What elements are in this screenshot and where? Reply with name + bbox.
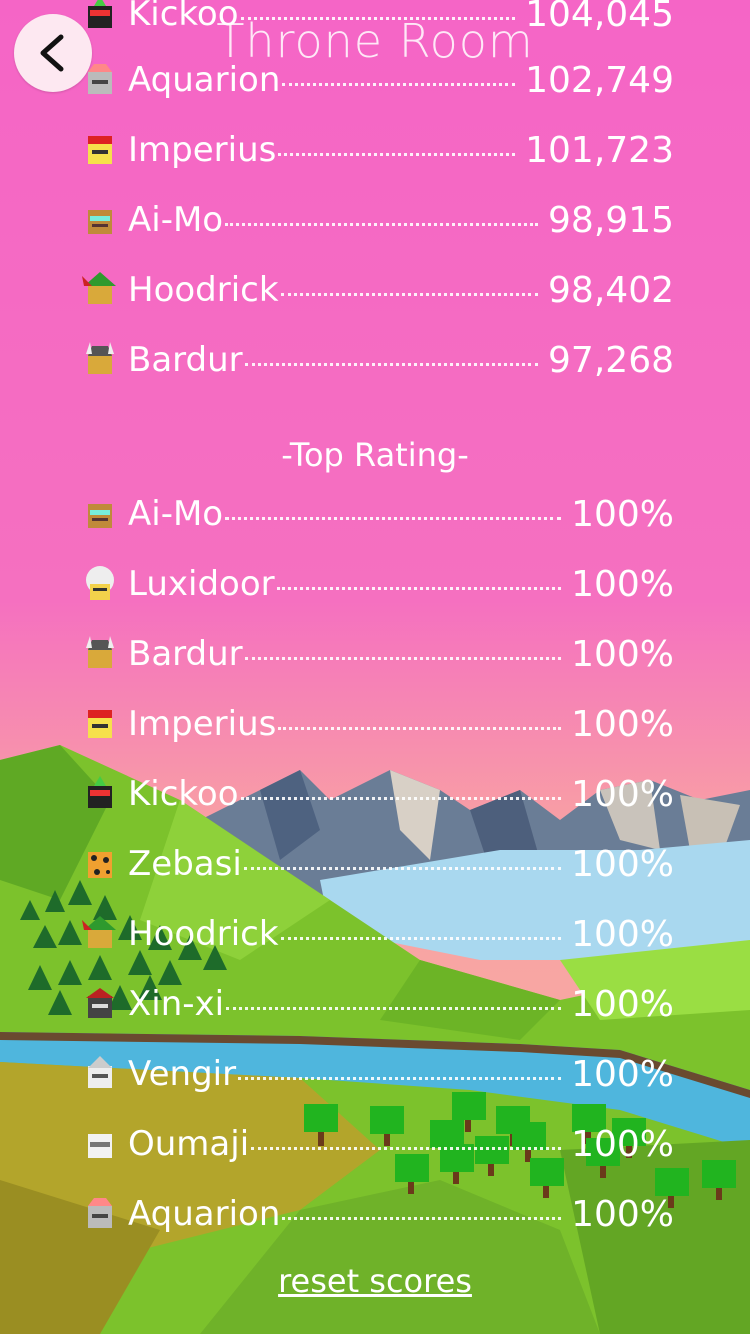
aquarion-avatar-icon xyxy=(80,60,120,100)
rating-value: 100% xyxy=(571,563,674,605)
leader-dots xyxy=(282,63,516,86)
oumaji-avatar-icon xyxy=(80,1124,120,1164)
score-value: 98,915 xyxy=(548,199,674,241)
rating-row: Aquarion 100% xyxy=(80,1188,674,1240)
player-name: Luxidoor xyxy=(128,564,275,604)
leader-dots xyxy=(251,1127,562,1150)
player-name: Hoodrick xyxy=(128,914,279,954)
player-name: Kickoo xyxy=(128,774,239,814)
hoodrick-avatar-icon xyxy=(80,914,120,954)
rating-row: Zebasi 100% xyxy=(80,838,674,890)
player-name: Vengir xyxy=(128,1054,237,1094)
player-name: Bardur xyxy=(128,340,243,380)
leader-dots xyxy=(278,133,516,156)
rating-row: Imperius 100% xyxy=(80,698,674,750)
rating-value: 100% xyxy=(571,843,674,885)
rating-row: Vengir 100% xyxy=(80,1048,674,1100)
kickoo-avatar-icon xyxy=(80,774,120,814)
vengir-avatar-icon xyxy=(80,1054,120,1094)
player-name: Aquarion xyxy=(128,60,281,100)
player-name: Ai-Mo xyxy=(128,494,224,534)
player-name: Aquarion xyxy=(128,1194,281,1234)
score-row: Aquarion 102,749 xyxy=(80,54,674,106)
score-row: Ai-Mo 98,915 xyxy=(80,194,674,246)
rating-value: 100% xyxy=(571,1193,674,1235)
rating-row: Kickoo 100% xyxy=(80,768,674,820)
rating-row: Hoodrick 100% xyxy=(80,908,674,960)
score-row: Hoodrick 98,402 xyxy=(80,264,674,316)
score-value: 102,749 xyxy=(525,59,674,101)
leader-dots xyxy=(280,273,539,296)
rating-value: 100% xyxy=(571,773,674,815)
rating-value: 100% xyxy=(571,703,674,745)
hoodrick-avatar-icon xyxy=(80,270,120,310)
leader-dots xyxy=(243,847,562,870)
rating-value: 100% xyxy=(571,633,674,675)
bardur-avatar-icon xyxy=(80,340,120,380)
kickoo-avatar-icon xyxy=(80,0,120,34)
imperius-avatar-icon xyxy=(80,130,120,170)
bardur-avatar-icon xyxy=(80,634,120,674)
xin-xi-avatar-icon xyxy=(80,984,120,1024)
leader-dots xyxy=(225,497,562,520)
rating-row: Bardur 100% xyxy=(80,628,674,680)
ai-mo-avatar-icon xyxy=(80,494,120,534)
zebasi-avatar-icon xyxy=(80,844,120,884)
leader-dots xyxy=(282,1197,562,1220)
player-name: Imperius xyxy=(128,704,277,744)
player-name: Ai-Mo xyxy=(128,200,224,240)
imperius-avatar-icon xyxy=(80,704,120,744)
rating-row: Ai-Mo 100% xyxy=(80,488,674,540)
rating-value: 100% xyxy=(571,913,674,955)
ai-mo-avatar-icon xyxy=(80,200,120,240)
chevron-left-icon xyxy=(40,34,64,72)
leader-dots xyxy=(238,1057,562,1080)
rating-row: Oumaji 100% xyxy=(80,1118,674,1170)
score-value: 98,402 xyxy=(548,269,674,311)
aquarion-avatar-icon xyxy=(80,1194,120,1234)
rating-value: 100% xyxy=(571,983,674,1025)
score-value: 101,723 xyxy=(525,129,674,171)
score-row: Bardur 97,268 xyxy=(80,334,674,386)
leader-dots xyxy=(240,0,516,20)
leader-dots xyxy=(240,777,562,800)
rating-row: Luxidoor 100% xyxy=(80,558,674,610)
player-name: Imperius xyxy=(128,130,277,170)
score-row: Kickoo 104,045 xyxy=(80,0,674,40)
player-name: Hoodrick xyxy=(128,270,279,310)
rating-value: 100% xyxy=(571,1123,674,1165)
rating-row: Xin-xi 100% xyxy=(80,978,674,1030)
player-name: Kickoo xyxy=(128,0,239,34)
player-name: Oumaji xyxy=(128,1124,250,1164)
luxidoor-avatar-icon xyxy=(80,564,120,604)
player-name: Zebasi xyxy=(128,844,242,884)
leader-dots xyxy=(225,203,539,226)
score-value: 104,045 xyxy=(525,0,674,35)
leader-dots xyxy=(280,917,562,940)
rating-value: 100% xyxy=(571,493,674,535)
player-name: Xin-xi xyxy=(128,984,225,1024)
leader-dots xyxy=(244,343,539,366)
top-rating-header: -Top Rating- xyxy=(281,436,469,474)
score-row: Imperius 101,723 xyxy=(80,124,674,176)
leader-dots xyxy=(276,567,562,590)
player-name: Bardur xyxy=(128,634,243,674)
leader-dots xyxy=(226,987,562,1010)
leader-dots xyxy=(244,637,562,660)
score-value: 97,268 xyxy=(548,339,674,381)
reset-scores-link[interactable]: reset scores xyxy=(0,1262,750,1300)
rating-value: 100% xyxy=(571,1053,674,1095)
leader-dots xyxy=(278,707,562,730)
